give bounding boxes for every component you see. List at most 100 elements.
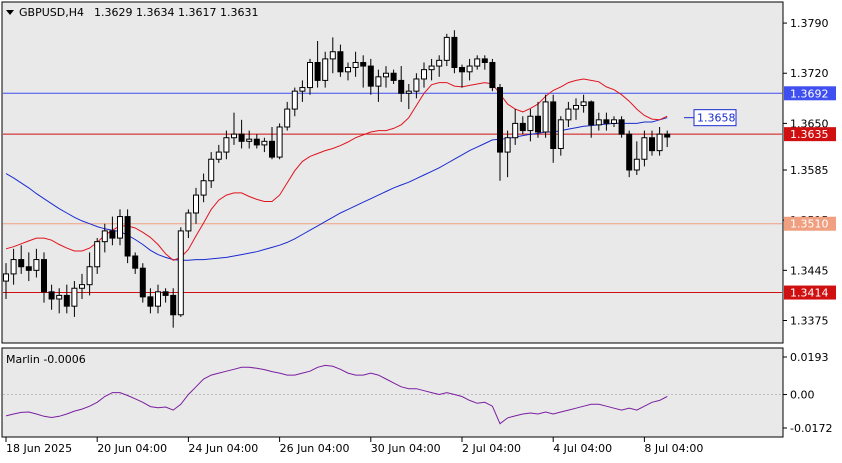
candle-body — [519, 122, 526, 132]
candle-body — [405, 90, 412, 94]
candle-body — [641, 137, 648, 160]
candle-body — [291, 90, 298, 110]
time-tick-label: 30 Jun 04:00 — [371, 442, 441, 455]
time-tick-label: 2 Jul 04:00 — [462, 442, 521, 455]
candle-body — [231, 133, 237, 139]
candle-body — [314, 61, 321, 81]
candle-body — [649, 137, 655, 152]
candle-body — [147, 296, 154, 307]
candle-body — [481, 58, 488, 63]
candle-body — [238, 133, 245, 142]
time-tick-label: 26 Jun 04:00 — [280, 442, 350, 455]
candle-body — [253, 138, 260, 146]
candle-body — [25, 266, 32, 271]
candle-body — [611, 119, 617, 124]
candle-body — [542, 101, 549, 133]
candle-body — [56, 294, 63, 300]
candle-body — [428, 65, 435, 71]
candle-body — [18, 259, 25, 268]
candle-body — [443, 36, 450, 61]
candle-body — [535, 115, 541, 133]
candle-body — [489, 61, 496, 89]
time-tick-label: 4 Jul 04:00 — [553, 442, 612, 455]
ohlc-values: 1.3629 1.3634 1.3617 1.3631 — [94, 6, 258, 19]
candle-body — [360, 61, 367, 67]
candle-body — [284, 108, 291, 128]
indicator-tick-label: -0.0172 — [790, 422, 832, 435]
level-price-badge-label: 1.3510 — [790, 218, 829, 231]
time-axis: 18 Jun 2025 20 Jun 04:00 24 Jun 04:00 26 Ju… — [5, 437, 703, 455]
candle-body — [200, 180, 207, 196]
price-axis: 1.37901.37201.36501.35851.35151.34451.33… — [783, 17, 829, 327]
candle-body — [86, 266, 93, 286]
candle-body — [383, 72, 389, 78]
candle-body — [246, 138, 253, 142]
candle-body — [565, 108, 572, 121]
candle-body — [322, 58, 329, 81]
candle-body — [367, 65, 374, 87]
candle-body — [664, 133, 671, 138]
chart-svg: 1.37901.37201.36501.35851.35151.34451.33… — [1, 1, 836, 455]
candle-body — [603, 119, 610, 124]
candle-body — [63, 294, 70, 307]
candle-body — [261, 140, 268, 146]
candle-body — [474, 58, 481, 67]
candle-body — [33, 259, 40, 271]
candle-body — [307, 61, 313, 89]
indicator-tick-label: 0.0193 — [790, 351, 829, 364]
candle-body — [345, 67, 351, 73]
price-tick-label: 1.3790 — [790, 17, 829, 30]
candle-body — [132, 255, 139, 269]
candle-body — [337, 51, 344, 73]
candle-body — [223, 137, 230, 153]
candle-body — [269, 140, 275, 158]
price-tick-label: 1.3375 — [790, 314, 829, 327]
candle-body — [193, 194, 199, 214]
price-tick-label: 1.3445 — [790, 264, 829, 277]
candle-body — [573, 104, 579, 110]
candle-body — [451, 36, 458, 69]
candle-body — [139, 267, 146, 298]
price-panel[interactable] — [1, 1, 784, 344]
indicator-axis: 0.0193 0.00 -0.0172 — [783, 351, 832, 435]
candle-body — [41, 259, 47, 293]
candle-body — [177, 230, 184, 316]
indicator-label: Marlin -0.0006 — [6, 353, 86, 366]
candle-body — [618, 119, 625, 135]
candle-body — [3, 273, 9, 282]
time-tick-label: 20 Jun 04:00 — [97, 442, 167, 455]
candle-body — [436, 59, 443, 67]
candle-body — [459, 67, 465, 73]
candle-body — [595, 119, 602, 126]
candle-body — [527, 115, 534, 132]
candle-body — [10, 259, 17, 275]
candle-body — [352, 61, 359, 69]
candle-body — [94, 241, 101, 268]
candle-body — [588, 101, 595, 126]
candle-body — [208, 158, 215, 182]
candle-body — [109, 230, 116, 239]
candle-body — [398, 79, 405, 94]
candle-body — [185, 212, 192, 232]
price-tick-label: 1.3585 — [790, 164, 829, 177]
indicator-tick-label: 0.00 — [790, 389, 815, 402]
candle-body — [580, 101, 587, 106]
candle-body — [170, 294, 177, 316]
candle-body — [557, 119, 564, 149]
candle-body — [162, 291, 169, 296]
candle-body — [117, 216, 123, 239]
candle-body — [497, 87, 503, 153]
candle-body — [421, 69, 427, 80]
candle-body — [215, 151, 222, 160]
level-price-badge-label: 1.3635 — [790, 128, 829, 141]
level-price-badge-label: 1.3414 — [790, 287, 829, 300]
candle-body — [504, 137, 511, 153]
candle-body — [329, 51, 336, 60]
candle-body — [413, 78, 420, 92]
candle-body — [626, 133, 633, 171]
price-tick-label: 1.3720 — [790, 67, 829, 80]
candle-body — [299, 87, 306, 92]
candle-body — [155, 291, 161, 307]
time-tick-label: 8 Jul 04:00 — [644, 442, 703, 455]
candle-body — [390, 72, 397, 81]
